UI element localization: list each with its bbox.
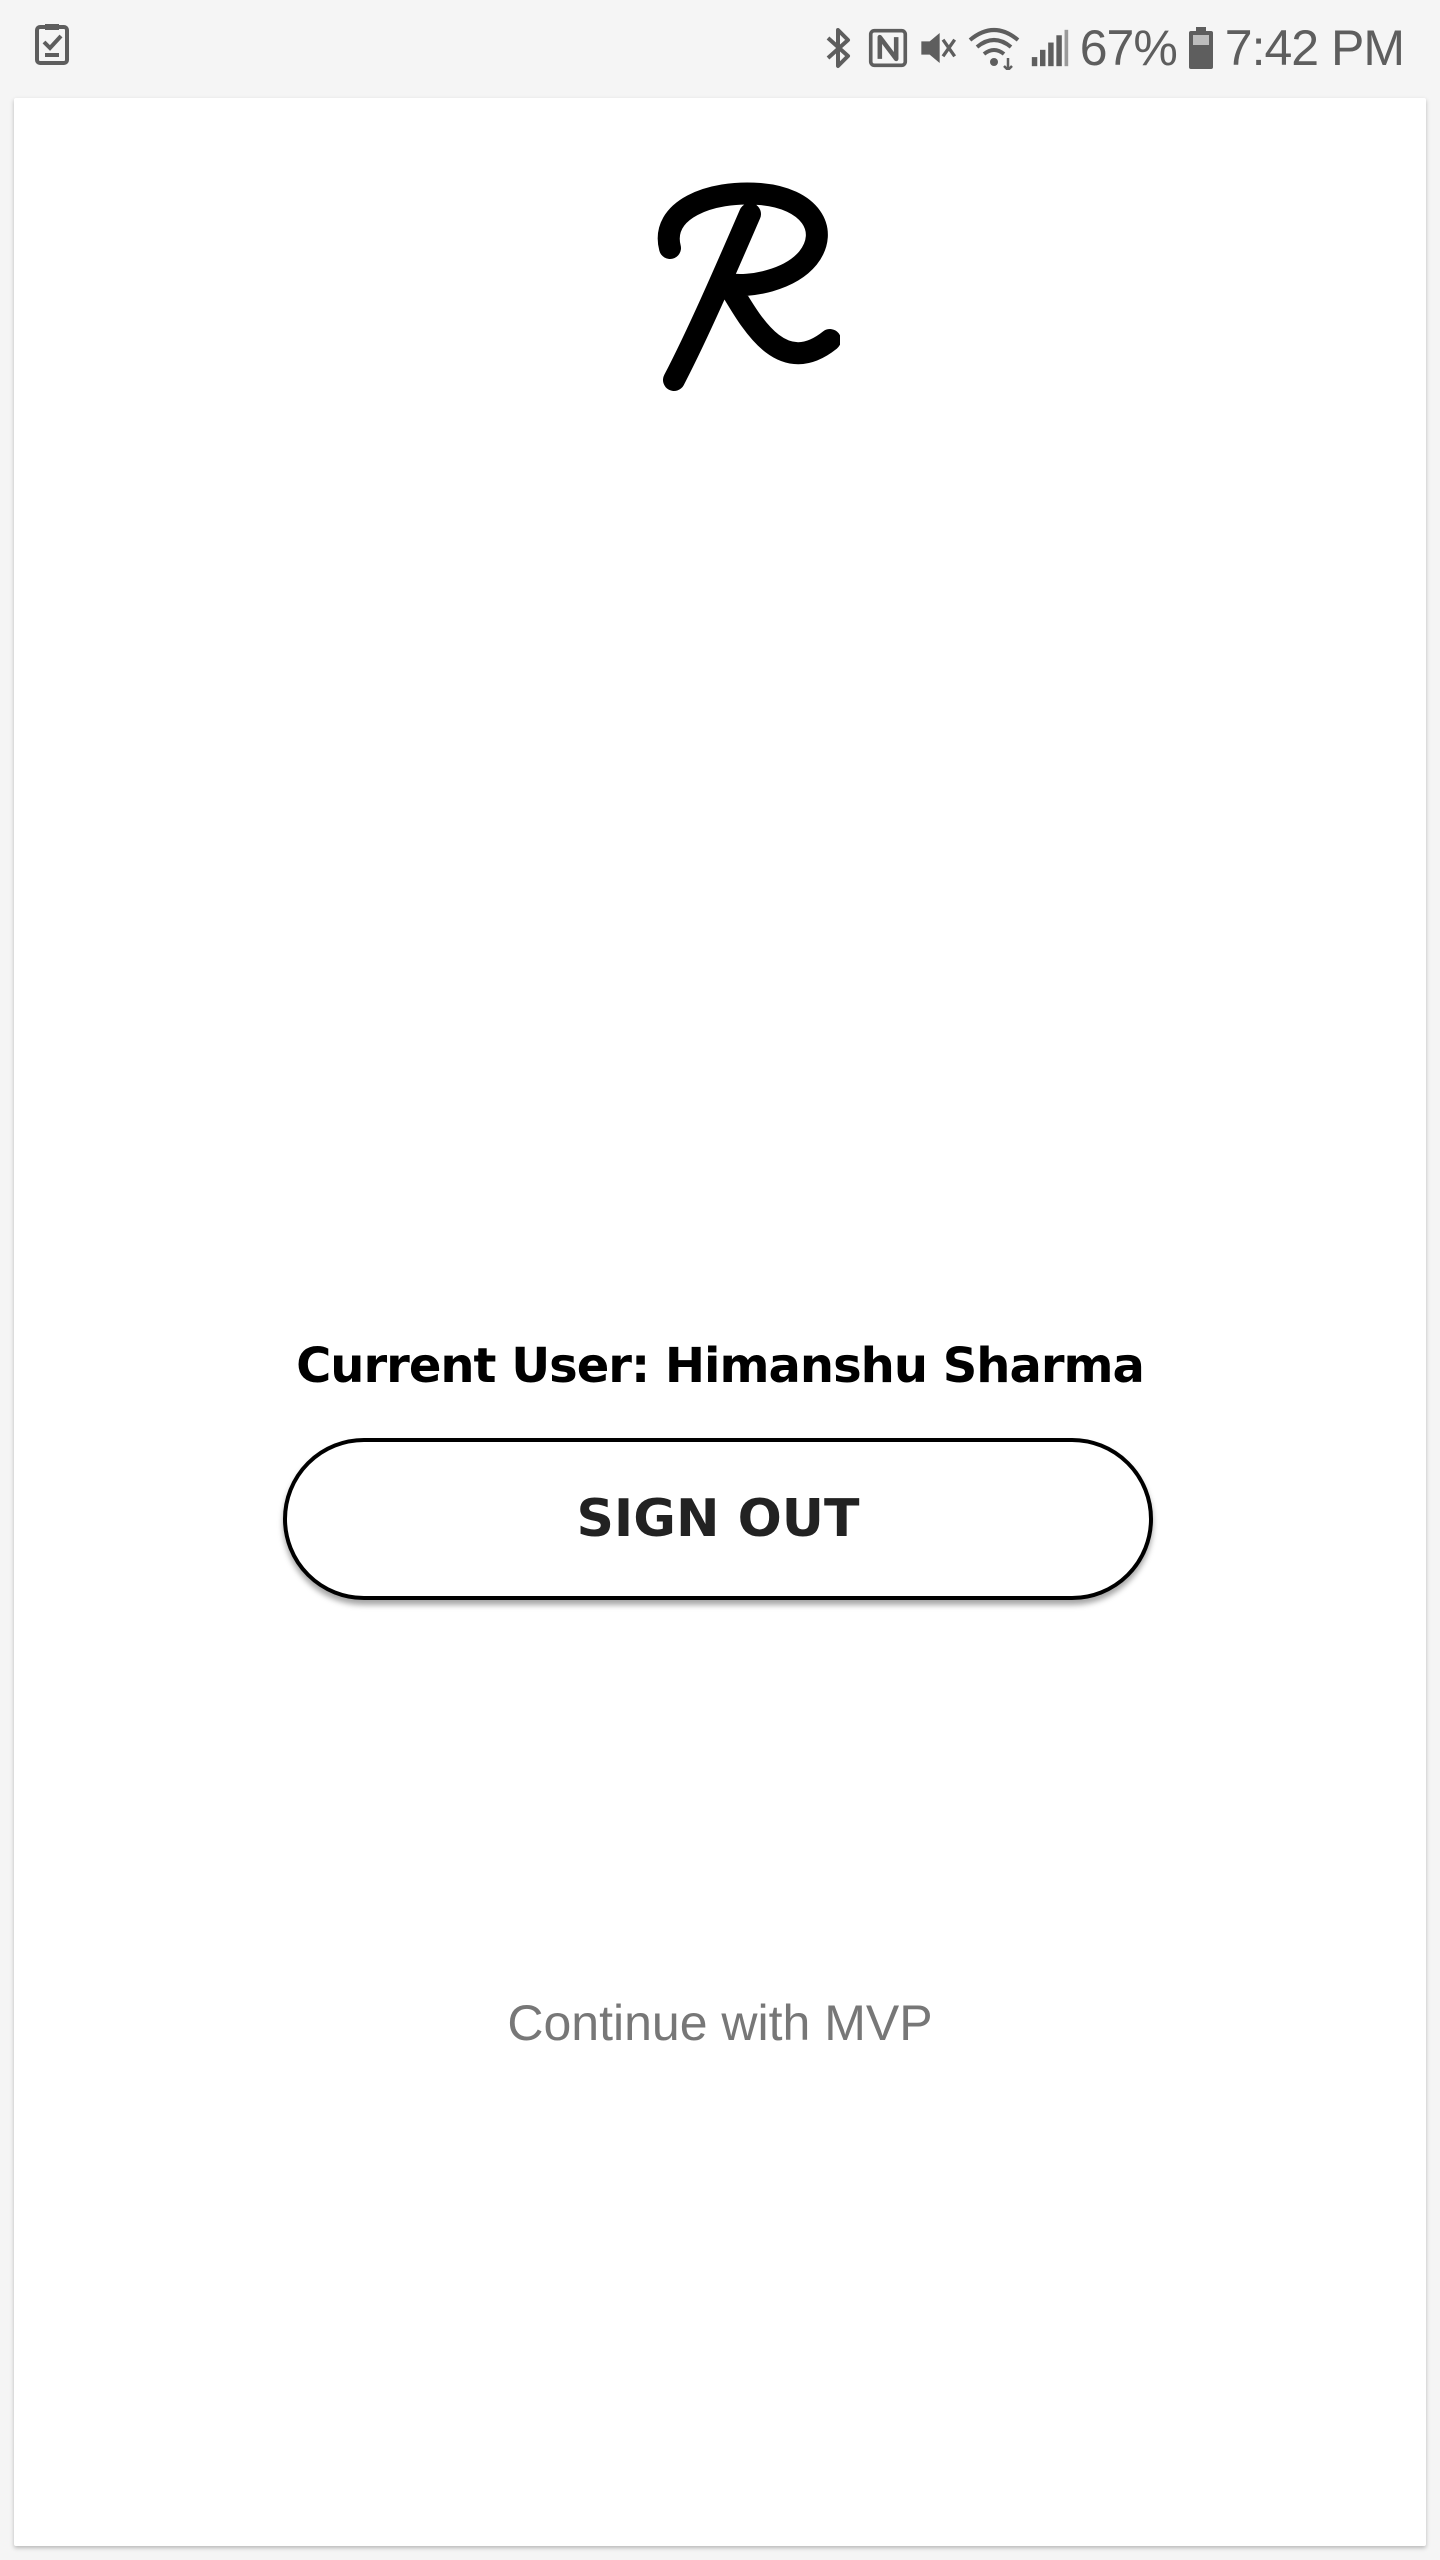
signal-icon [1031,29,1068,67]
status-icons: 67% 7:42 PM [818,10,1405,86]
vibrate-mute-icon [921,33,956,63]
battery-percent: 67% [1079,20,1178,76]
sign-out-button[interactable]: SIGN OUT [283,1438,1153,1600]
current-user-label: Current User: Himanshu Sharma [296,1338,1145,1394]
nfc-icon [868,28,907,68]
main-card [14,98,1426,2546]
continue-with-mvp-link[interactable]: Continue with MVP [0,1994,1440,2052]
battery-icon [1188,27,1213,69]
bluetooth-icon [826,28,850,68]
status-bar: 67% 7:42 PM [0,0,1440,96]
script-r-logo [657,182,840,391]
task-notification-icon [35,24,69,65]
sign-out-label: SIGN OUT [576,1489,860,1549]
status-time: 7:42 PM [1224,20,1405,76]
wifi-icon [968,28,1019,70]
